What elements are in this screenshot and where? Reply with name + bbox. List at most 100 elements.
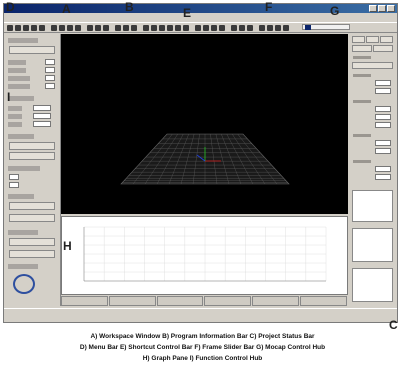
graph-control-strip xyxy=(61,296,348,306)
panel-button[interactable] xyxy=(9,238,55,246)
mocap-list[interactable] xyxy=(352,190,393,222)
panel-button[interactable] xyxy=(9,152,55,160)
toolbar-icon[interactable] xyxy=(175,25,181,31)
panel-button[interactable] xyxy=(9,214,55,222)
toolbar-icon[interactable] xyxy=(123,25,129,31)
toolbar-icon[interactable] xyxy=(39,25,45,31)
panel-field[interactable] xyxy=(45,59,55,65)
close-button[interactable] xyxy=(387,5,395,12)
toolbar-icon[interactable] xyxy=(211,25,217,31)
callout-b: B xyxy=(125,0,134,14)
panel-checkbox[interactable] xyxy=(9,174,19,180)
toolbar-icon[interactable] xyxy=(195,25,201,31)
panel-field[interactable] xyxy=(45,75,55,81)
function-control-hub xyxy=(5,34,61,306)
toolbar-icon[interactable] xyxy=(267,25,273,31)
toolbar-icon[interactable] xyxy=(231,25,237,31)
panel-label xyxy=(8,134,34,139)
panel-label xyxy=(8,106,22,111)
toolbar-icon[interactable] xyxy=(59,25,65,31)
panel-button[interactable] xyxy=(9,142,55,150)
toolbar-icon[interactable] xyxy=(131,25,137,31)
workspace-window[interactable] xyxy=(61,34,348,214)
panel-label xyxy=(8,60,26,65)
mocap-field[interactable] xyxy=(375,166,391,172)
mocap-field[interactable] xyxy=(375,114,391,120)
toolbar-icon[interactable] xyxy=(115,25,121,31)
graph-tab[interactable] xyxy=(300,296,347,306)
toolbar-icon[interactable] xyxy=(143,25,149,31)
toolbar-icon[interactable] xyxy=(87,25,93,31)
mocap-field[interactable] xyxy=(375,122,391,128)
panel-label xyxy=(8,38,38,43)
toolbar-icon[interactable] xyxy=(31,25,37,31)
panel-label xyxy=(8,166,40,171)
panel-field[interactable] xyxy=(33,113,51,119)
frame-slider-bar[interactable] xyxy=(302,24,350,30)
toolbar-icon[interactable] xyxy=(103,25,109,31)
toolbar-icon[interactable] xyxy=(67,25,73,31)
callout-d: D xyxy=(6,0,15,14)
toolbar-icon[interactable] xyxy=(15,25,21,31)
callout-c: C xyxy=(389,318,398,332)
panel-field[interactable] xyxy=(33,121,51,127)
mocap-button[interactable] xyxy=(366,36,379,43)
mocap-field[interactable] xyxy=(375,80,391,86)
panel-label xyxy=(8,122,22,127)
mocap-button[interactable] xyxy=(352,62,393,69)
panel-button[interactable] xyxy=(9,250,55,258)
caption-line-1: A) Workspace Window B) Program Informati… xyxy=(90,333,315,340)
graph-pane[interactable] xyxy=(61,216,348,295)
graph-plot xyxy=(83,226,327,282)
toolbar-icon[interactable] xyxy=(51,25,57,31)
panel-label xyxy=(8,264,38,269)
mocap-list[interactable] xyxy=(352,268,393,302)
panel-label xyxy=(8,114,22,119)
workspace-grid xyxy=(120,133,290,185)
panel-field[interactable] xyxy=(45,67,55,73)
toolbar-icon[interactable] xyxy=(75,25,81,31)
callout-e: E xyxy=(183,6,192,20)
toolbar-icon[interactable] xyxy=(203,25,209,31)
mocap-label xyxy=(353,160,371,163)
toolbar-icon[interactable] xyxy=(167,25,173,31)
panel-label xyxy=(8,194,34,199)
panel-label xyxy=(8,84,30,89)
mocap-button[interactable] xyxy=(380,36,393,43)
panel-button[interactable] xyxy=(9,202,55,210)
graph-tab[interactable] xyxy=(61,296,108,306)
mocap-field[interactable] xyxy=(375,88,391,94)
toolbar-icon[interactable] xyxy=(283,25,289,31)
panel-field[interactable] xyxy=(45,83,55,89)
panel-button[interactable] xyxy=(9,46,55,54)
maximize-button[interactable] xyxy=(378,5,386,12)
toolbar-icon[interactable] xyxy=(219,25,225,31)
toolbar-icon[interactable] xyxy=(183,25,189,31)
mocap-button[interactable] xyxy=(373,45,393,52)
toolbar-icon[interactable] xyxy=(95,25,101,31)
toolbar-icon[interactable] xyxy=(239,25,245,31)
toolbar-icon[interactable] xyxy=(151,25,157,31)
graph-tab[interactable] xyxy=(252,296,300,306)
mocap-field[interactable] xyxy=(375,174,391,180)
mocap-field[interactable] xyxy=(375,148,391,154)
mocap-list[interactable] xyxy=(352,228,393,262)
mocap-button[interactable] xyxy=(352,36,365,43)
toolbar-icon[interactable] xyxy=(7,25,13,31)
graph-tab[interactable] xyxy=(156,296,204,306)
toolbar-icon[interactable] xyxy=(275,25,281,31)
graph-tab[interactable] xyxy=(204,296,252,306)
toolbar-icon[interactable] xyxy=(159,25,165,31)
frame-slider-thumb[interactable] xyxy=(305,25,311,30)
graph-tab[interactable] xyxy=(108,296,156,306)
toolbar-icon[interactable] xyxy=(247,25,253,31)
toolbar-icon[interactable] xyxy=(259,25,265,31)
panel-field[interactable] xyxy=(33,105,51,111)
mocap-button[interactable] xyxy=(352,45,372,52)
mocap-control-hub xyxy=(349,34,396,306)
mocap-field[interactable] xyxy=(375,106,391,112)
mocap-field[interactable] xyxy=(375,140,391,146)
toolbar-icon[interactable] xyxy=(23,25,29,31)
panel-checkbox[interactable] xyxy=(9,182,19,188)
minimize-button[interactable] xyxy=(369,5,377,12)
